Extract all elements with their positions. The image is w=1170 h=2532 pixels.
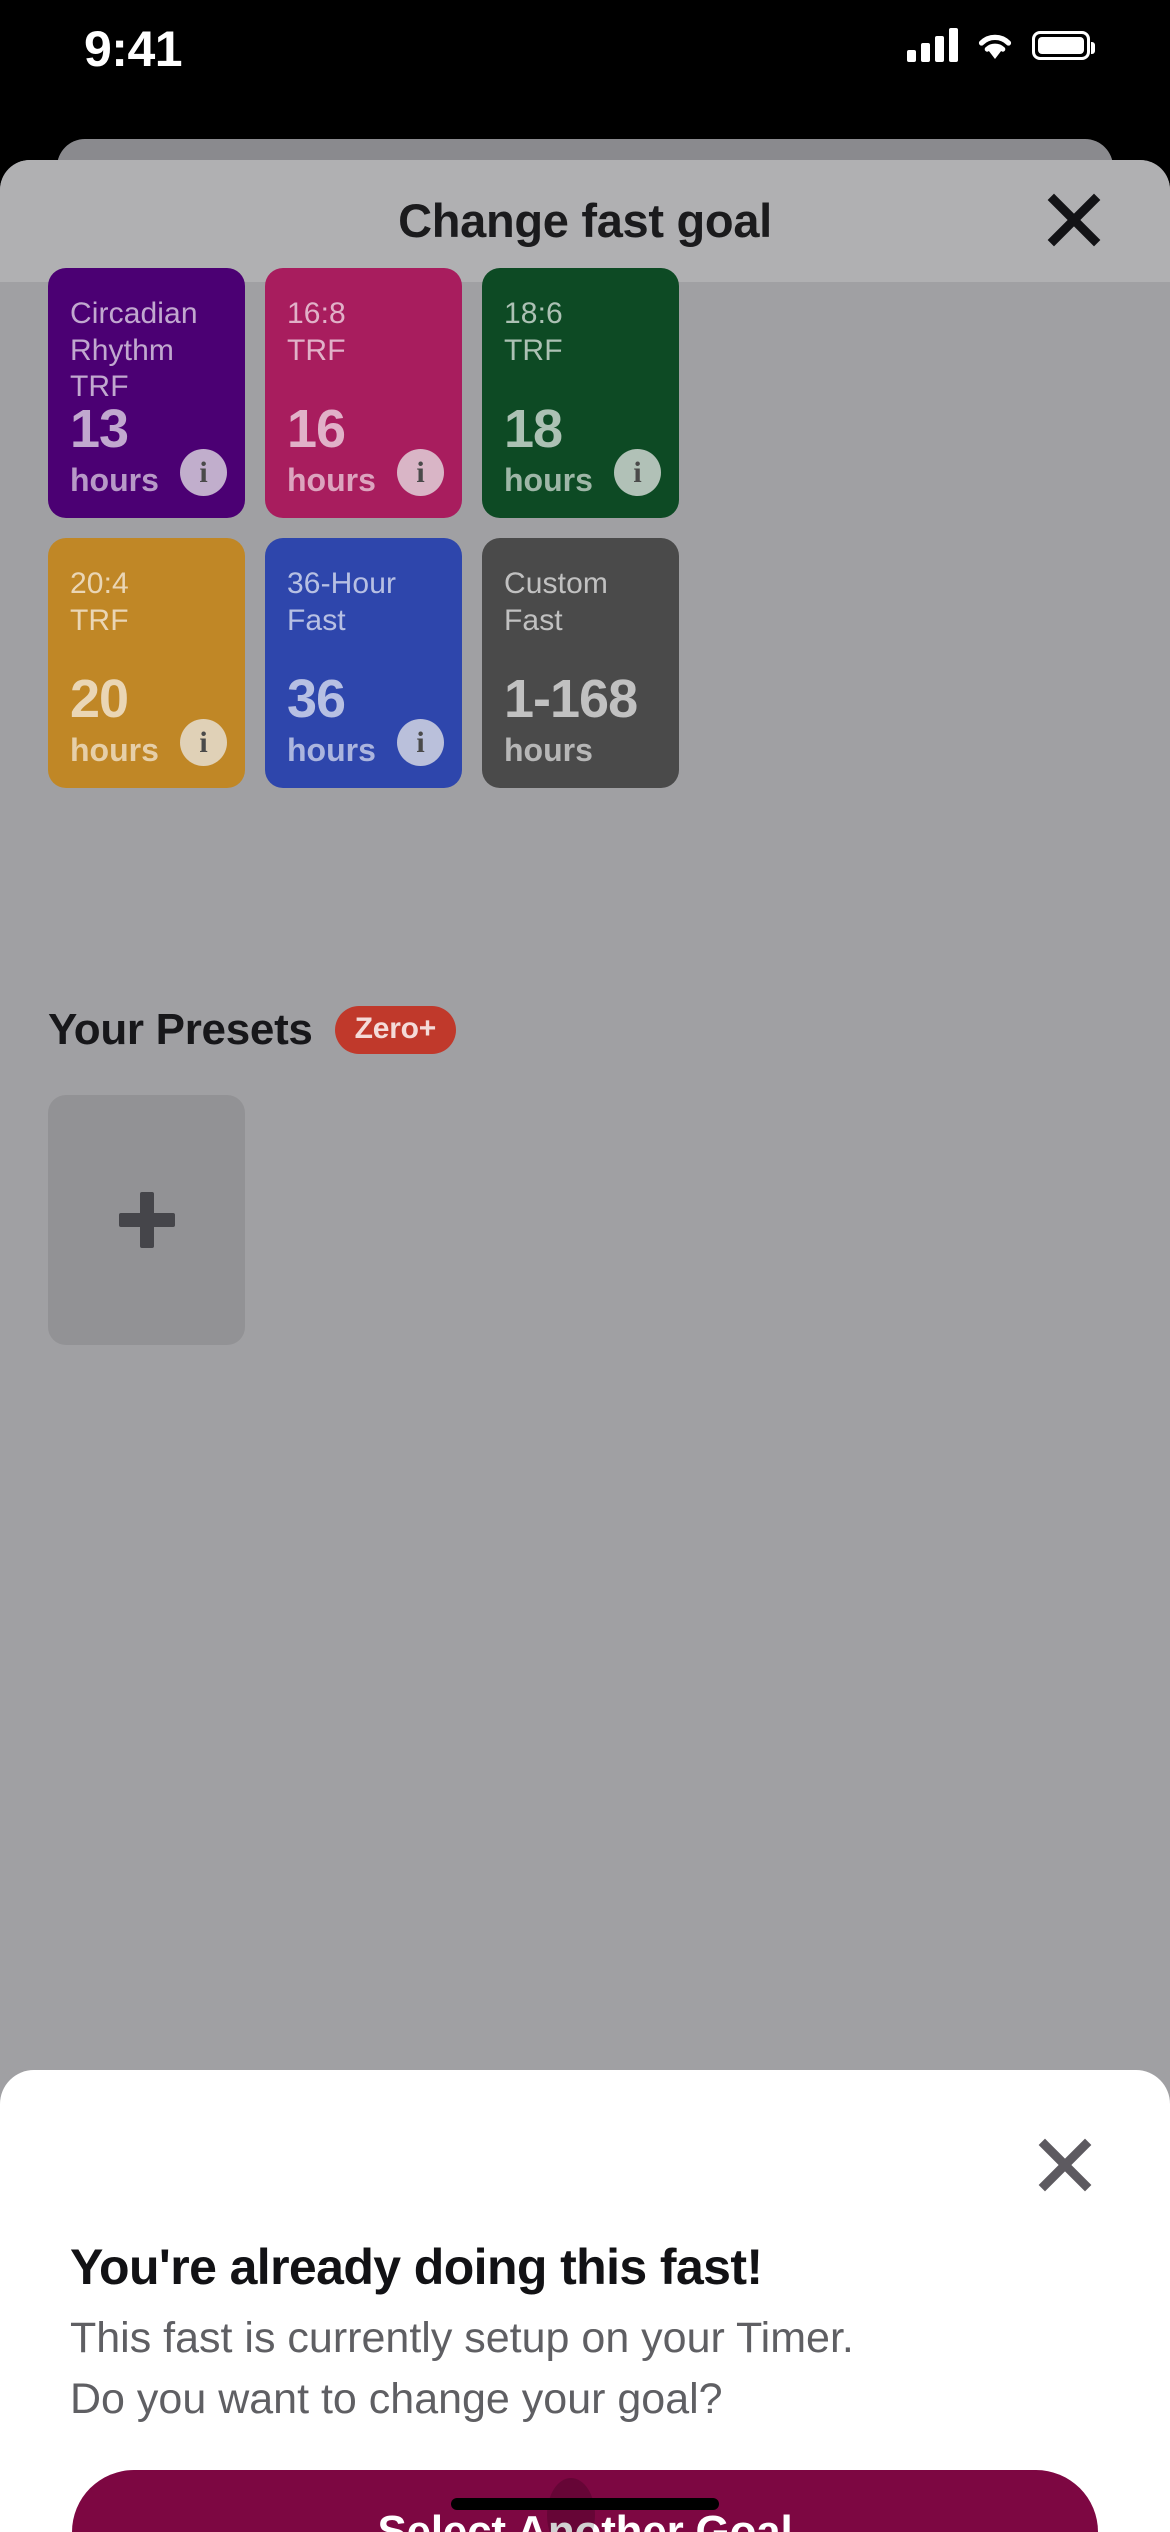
goal-card-name: 16:8 TRF [287, 296, 440, 369]
goal-card-duration: 16 hours i [287, 402, 444, 498]
goal-card-custom-fast[interactable]: Custom Fast 1-168 hours [482, 538, 679, 788]
goal-name-line2: Rhythm TRF [70, 333, 174, 404]
plus-icon [118, 1192, 175, 1248]
phone-screen: 9:41 Change fast goal Circadian Rhythm T… [0, 0, 1170, 2532]
goal-hours-value: 20 [70, 668, 129, 729]
info-icon[interactable]: i [614, 449, 661, 496]
goal-card-20-4-trf[interactable]: 20:4 TRF 20 hours i [48, 538, 245, 788]
goal-name-line1: 16:8 [287, 297, 346, 330]
goal-card-name: Circadian Rhythm TRF [70, 296, 223, 406]
goal-card-duration: 1-168 hours [504, 672, 661, 768]
close-icon[interactable] [1028, 2128, 1102, 2202]
goal-card-duration: 13 hours i [70, 402, 227, 498]
goal-card-name: 20:4 TRF [70, 566, 223, 639]
goal-card-36-hour-fast[interactable]: 36-Hour Fast 36 hours i [265, 538, 462, 788]
goal-name-line1: Circadian [70, 297, 198, 330]
goal-card-16-8-trf[interactable]: 16:8 TRF 16 hours i [265, 268, 462, 518]
zero-plus-badge: Zero+ [334, 1006, 457, 1054]
presets-title: Your Presets [48, 1005, 313, 1054]
already-doing-fast-modal: You're already doing this fast! This fas… [0, 2070, 1170, 2532]
info-icon[interactable]: i [180, 449, 227, 496]
add-preset-button[interactable] [48, 1095, 245, 1345]
goal-name-line2: Fast [287, 603, 346, 637]
goal-name-line2: TRF [504, 333, 563, 367]
modal-body-line2: Do you want to change your goal? [70, 2375, 723, 2424]
goal-card-name: 36-Hour Fast [287, 566, 440, 639]
home-indicator[interactable] [451, 2498, 719, 2510]
goal-hours-value: 1-168 [504, 668, 638, 729]
status-indicators [907, 28, 1095, 62]
goal-hours-value: 13 [70, 398, 129, 459]
info-icon[interactable]: i [180, 719, 227, 766]
sheet-header: Change fast goal [0, 160, 1170, 282]
goal-name-line2: TRF [70, 603, 129, 637]
goal-card-name: 18:6 TRF [504, 296, 657, 369]
status-bar: 9:41 [0, 0, 1170, 100]
goal-card-duration: 18 hours i [504, 402, 661, 498]
goal-name-line1: 36-Hour [287, 567, 397, 600]
close-icon[interactable] [1036, 182, 1112, 258]
goal-hours-value: 16 [287, 398, 346, 459]
signal-bars-icon [907, 28, 958, 62]
modal-title: You're already doing this fast! [70, 2239, 763, 2295]
page-title: Change fast goal [398, 194, 772, 247]
goal-name-line1: 18:6 [504, 297, 563, 330]
goal-name-line2: Fast [504, 603, 563, 637]
goal-card-duration: 20 hours i [70, 672, 227, 768]
goal-name-line2: TRF [287, 333, 346, 367]
goal-hours-unit: hours [504, 731, 593, 768]
goal-name-line1: 20:4 [70, 567, 129, 600]
modal-body: This fast is currently setup on your Tim… [70, 2308, 1110, 2430]
goal-card-circadian-rhythm-trf[interactable]: Circadian Rhythm TRF 13 hours i [48, 268, 245, 518]
goal-card-grid: Circadian Rhythm TRF 13 hours i 16:8 TRF… [48, 268, 1122, 788]
your-presets-header: Your Presets Zero+ [48, 1005, 457, 1055]
goal-name-line1: Custom [504, 567, 608, 600]
info-icon[interactable]: i [397, 449, 444, 496]
modal-body-line1: This fast is currently setup on your Tim… [70, 2314, 854, 2362]
info-icon[interactable]: i [397, 719, 444, 766]
battery-icon [1032, 30, 1095, 60]
wifi-icon [974, 29, 1016, 61]
goal-card-name: Custom Fast [504, 566, 657, 639]
status-time: 9:41 [84, 21, 183, 77]
goal-hours-value: 18 [504, 398, 563, 459]
goal-card-18-6-trf[interactable]: 18:6 TRF 18 hours i [482, 268, 679, 518]
goal-hours-value: 36 [287, 668, 346, 729]
goal-card-duration: 36 hours i [287, 672, 444, 768]
